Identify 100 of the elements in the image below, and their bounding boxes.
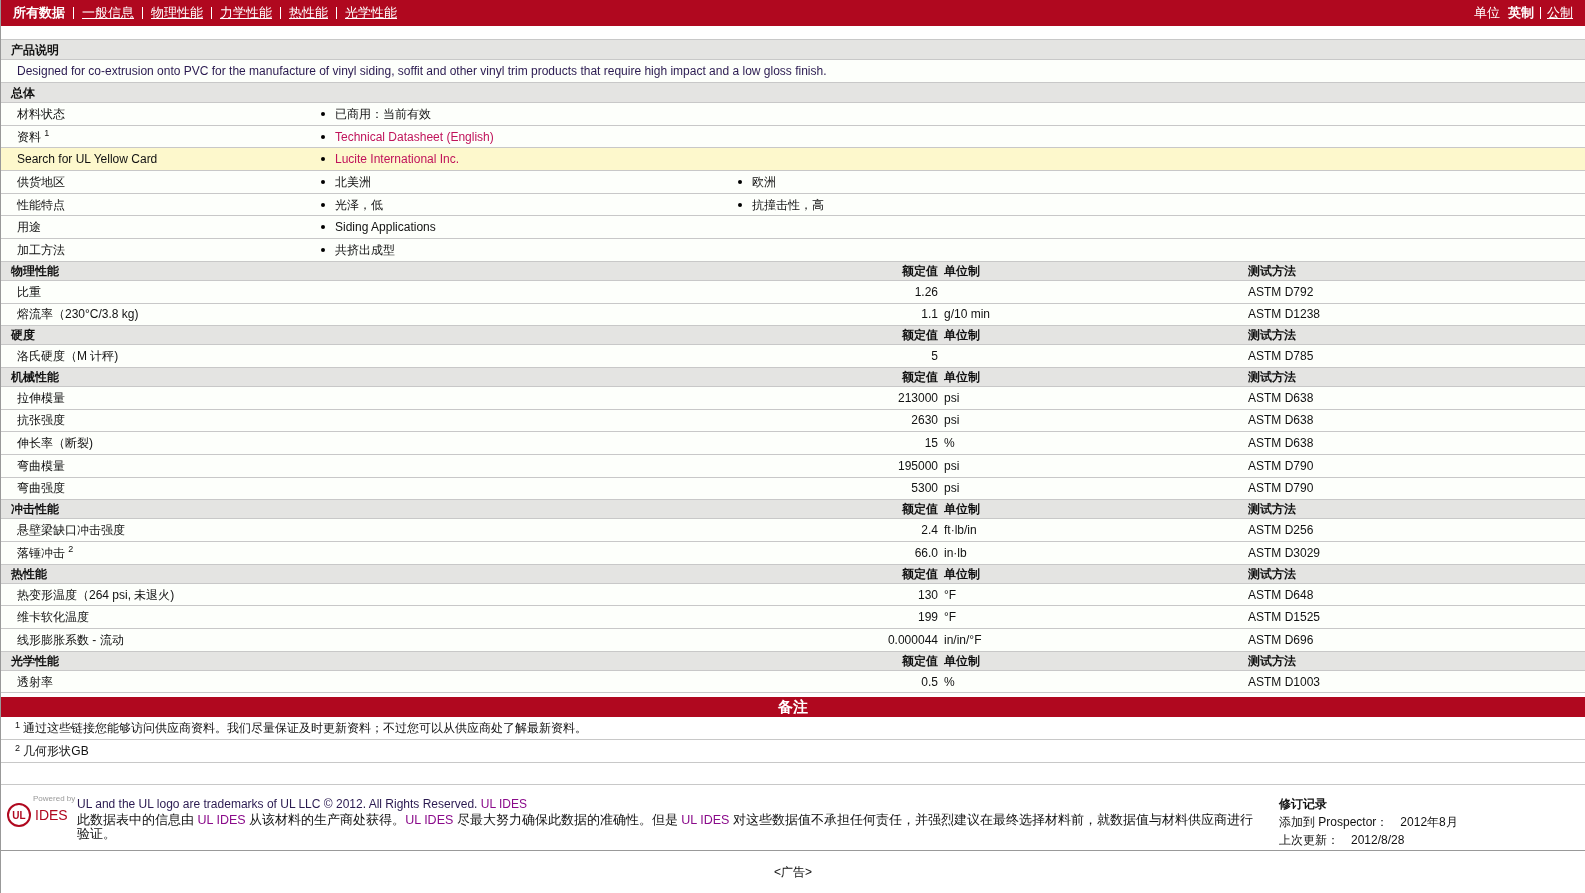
test-method: ASTM D1525 bbox=[1248, 609, 1321, 627]
property-value: 北美洲 bbox=[335, 173, 371, 191]
ul-ides-link[interactable]: UL IDES bbox=[681, 813, 730, 828]
property-value: 66.0 bbox=[914, 544, 938, 562]
unit-text: in/in/°F bbox=[944, 632, 982, 647]
nav-tab[interactable]: 所有数据 bbox=[13, 3, 65, 23]
property-label: 性能特点 bbox=[17, 197, 65, 212]
nav-tab[interactable]: 热性能 bbox=[289, 3, 328, 23]
revision-date: 2012/8/28 bbox=[1351, 832, 1405, 850]
property-label: 洛氏硬度（M 计秤) bbox=[17, 349, 119, 364]
ul-ides-link[interactable]: UL IDES bbox=[405, 813, 454, 828]
value-link[interactable]: Technical Datasheet (English) bbox=[335, 127, 494, 146]
revision-label: 添加到 Prospector： bbox=[1279, 814, 1389, 832]
bullet-icon bbox=[321, 179, 325, 184]
property-value: 5300 bbox=[911, 480, 938, 498]
property-label: Search for UL Yellow Card bbox=[17, 152, 158, 167]
property-label: 材料状态 bbox=[17, 106, 65, 121]
column-header: 测试方法 bbox=[1248, 565, 1296, 583]
column-header: 测试方法 bbox=[1248, 368, 1296, 386]
property-value: 1.1 bbox=[921, 306, 938, 324]
property-value: 光泽，低 bbox=[335, 196, 383, 214]
property-value: 2630 bbox=[911, 412, 938, 430]
property-value: 欧洲 bbox=[752, 173, 776, 191]
column-header: 额定值 bbox=[902, 501, 938, 519]
column-header: 测试方法 bbox=[1248, 501, 1296, 519]
nav-tab[interactable]: 物理性能 bbox=[151, 3, 203, 23]
test-method: ASTM D648 bbox=[1248, 586, 1314, 604]
value-link[interactable]: Lucite International Inc. bbox=[335, 150, 460, 169]
test-method: ASTM D792 bbox=[1248, 283, 1314, 301]
section-title: 冲击性能 bbox=[10, 501, 59, 519]
unit-option[interactable]: 英制 bbox=[1508, 3, 1534, 23]
property-label: 维卡软化温度 bbox=[17, 610, 89, 625]
column-header: 额定值 bbox=[902, 368, 938, 386]
test-method: ASTM D1003 bbox=[1248, 673, 1321, 691]
notes-header: 备注 bbox=[1, 697, 1585, 718]
ul-ides-link[interactable]: UL IDES bbox=[197, 813, 246, 828]
ul-ides-logo: Powered by UL IDES bbox=[7, 795, 77, 828]
column-header: 额定值 bbox=[902, 262, 938, 280]
disclaimer-text: 此数据表中的信息由 UL IDES 从该材料的生产商处获得。UL IDES 尽最大努力确保此数据的准确性。但是 UL IDES 对这些数据值不承担任何责任，并强烈建议在最终选择材料前，就数据值与材料供应商进行验证。 bbox=[77, 813, 1254, 842]
bullet-icon bbox=[321, 202, 325, 207]
unit-text: psi bbox=[944, 390, 960, 405]
test-method: ASTM D256 bbox=[1248, 522, 1314, 540]
property-label: 弯曲强度 bbox=[17, 481, 65, 496]
property-value: 130 bbox=[917, 586, 938, 604]
column-header: 额定值 bbox=[902, 565, 938, 583]
bullet-icon bbox=[321, 134, 325, 139]
property-value: 195000 bbox=[897, 457, 938, 475]
property-value: 5 bbox=[931, 348, 938, 366]
test-method: ASTM D790 bbox=[1248, 480, 1314, 498]
property-value: 15 bbox=[924, 435, 938, 453]
nav-tab[interactable]: 力学性能 bbox=[220, 3, 272, 23]
property-value: 抗撞击性，高 bbox=[752, 196, 824, 214]
property-value: 213000 bbox=[897, 389, 938, 407]
column-header: 单位制 bbox=[943, 652, 980, 670]
property-label: 线形膨胀系数 - 流动 bbox=[17, 632, 124, 647]
property-label: 拉伸模量 bbox=[17, 390, 65, 405]
trademark-text: UL and the UL logo are trademarks of UL LLC © 2012. All Rights Reserved. UL IDES bbox=[77, 796, 528, 813]
section-title: 热性能 bbox=[10, 565, 47, 583]
test-method: ASTM D638 bbox=[1248, 435, 1314, 453]
property-label: 用途 bbox=[17, 220, 41, 235]
section-header: 总体 bbox=[1, 83, 1585, 103]
test-method: ASTM D638 bbox=[1248, 389, 1314, 407]
property-label: 供货地区 bbox=[17, 174, 65, 189]
unit-option[interactable]: 公制 bbox=[1547, 3, 1573, 23]
description-text: Designed for co-extrusion onto PVC for the manufacture of vinyl siding, soffit and other vinyl trim products that require high impact and a low gloss finish. bbox=[17, 63, 827, 80]
column-header: 测试方法 bbox=[1248, 262, 1296, 280]
property-value: 共挤出成型 bbox=[335, 241, 395, 259]
column-header: 单位制 bbox=[943, 565, 980, 583]
footnote-text: $^{1}$ 通过这些链接您能够访问供应商资料。我们尽量保证及时更新资料；不过您可以从供应商处了解最新资料。 bbox=[15, 719, 588, 738]
section-title: 光学性能 bbox=[10, 652, 59, 670]
property-label: 比重 bbox=[17, 284, 41, 299]
column-header: 额定值 bbox=[902, 327, 938, 345]
bullet-icon bbox=[321, 225, 325, 230]
bullet-icon bbox=[738, 202, 742, 207]
unit-text: psi bbox=[944, 481, 960, 496]
bullet-icon bbox=[321, 247, 325, 252]
unit-text: °F bbox=[944, 610, 957, 625]
unit-text: in·lb bbox=[944, 545, 967, 560]
property-value: 0.5 bbox=[921, 673, 938, 691]
unit-text: ft·lb/in bbox=[944, 523, 977, 538]
bullet-icon bbox=[738, 179, 742, 184]
test-method: ASTM D785 bbox=[1248, 348, 1314, 366]
column-header: 额定值 bbox=[902, 652, 938, 670]
property-label: 伸长率（断裂) bbox=[17, 436, 93, 451]
property-value: 199 bbox=[917, 609, 938, 627]
test-method: ASTM D696 bbox=[1248, 631, 1314, 649]
revision-label: 上次更新： bbox=[1279, 832, 1339, 850]
units-label: 单位 bbox=[1474, 4, 1500, 23]
footnote-text: $^{2}$ 几何形状GB bbox=[15, 742, 89, 761]
nav-tab[interactable]: 光学性能 bbox=[345, 3, 397, 23]
section-header: 产品说明 bbox=[1, 40, 1585, 60]
nav-tab[interactable]: 一般信息 bbox=[82, 3, 134, 23]
column-header: 测试方法 bbox=[1248, 652, 1296, 670]
property-value: Siding Applications bbox=[335, 219, 436, 237]
column-header: 单位制 bbox=[943, 368, 980, 386]
ul-ides-link[interactable]: UL IDES bbox=[480, 797, 527, 812]
revision-title: 修订记录 bbox=[1279, 796, 1328, 814]
test-method: ASTM D638 bbox=[1248, 412, 1314, 430]
bullet-icon bbox=[321, 111, 325, 116]
section-title: 硬度 bbox=[10, 327, 35, 345]
